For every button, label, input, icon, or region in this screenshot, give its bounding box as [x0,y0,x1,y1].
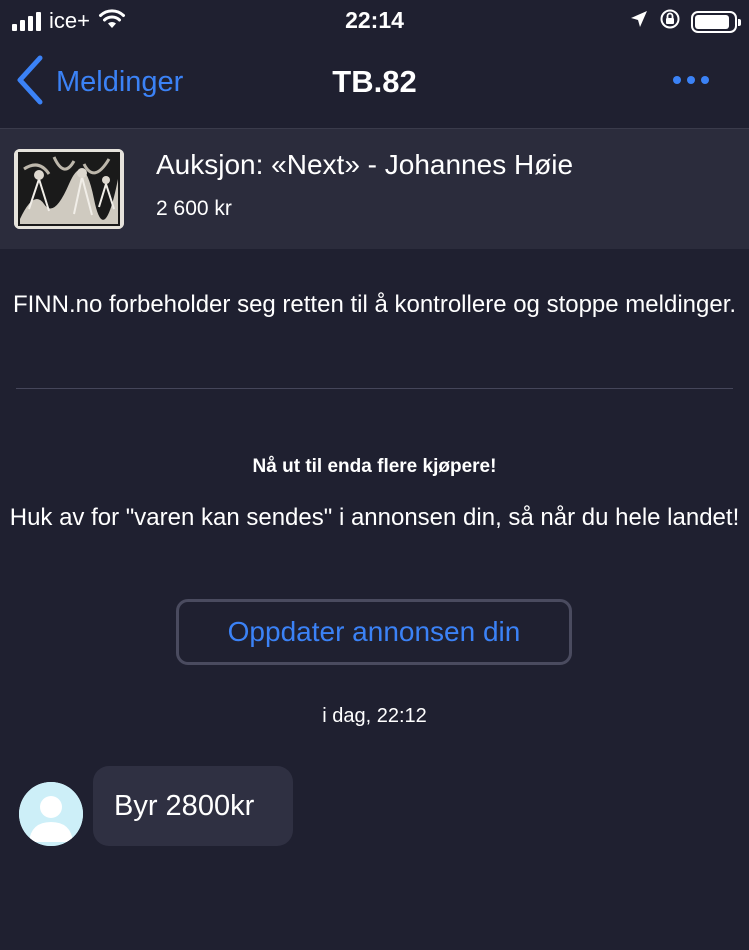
status-bar: ice+ 22:14 [0,0,749,42]
promo-text: Huk av for "varen kan sendes" i annonsen… [9,504,740,531]
status-right [629,8,741,35]
ad-title: Auksjon: «Next» - Johannes Høie [156,149,574,180]
disclaimer-text: FINN.no forbeholder seg retten til å kon… [12,291,737,318]
page-title: TB.82 [332,64,417,99]
ad-thumbnail [14,149,124,229]
location-icon [629,9,649,34]
update-ad-button[interactable]: Oppdater annonsen din [176,599,572,665]
rotation-lock-icon [659,8,681,35]
promo-title: Nå ut til enda flere kjøpere! [252,456,497,477]
message-timestamp: i dag, 22:12 [322,705,427,727]
ad-header[interactable]: Auksjon: «Next» - Johannes Høie 2 600 kr [0,128,749,249]
divider [16,388,733,389]
ad-price: 2 600 kr [156,197,232,220]
avatar [19,782,83,846]
battery-icon [691,10,741,33]
more-icon[interactable] [673,76,709,84]
navigation-bar: Meldinger TB.82 [0,42,749,128]
message-bubble: Byr 2800kr [93,766,293,846]
